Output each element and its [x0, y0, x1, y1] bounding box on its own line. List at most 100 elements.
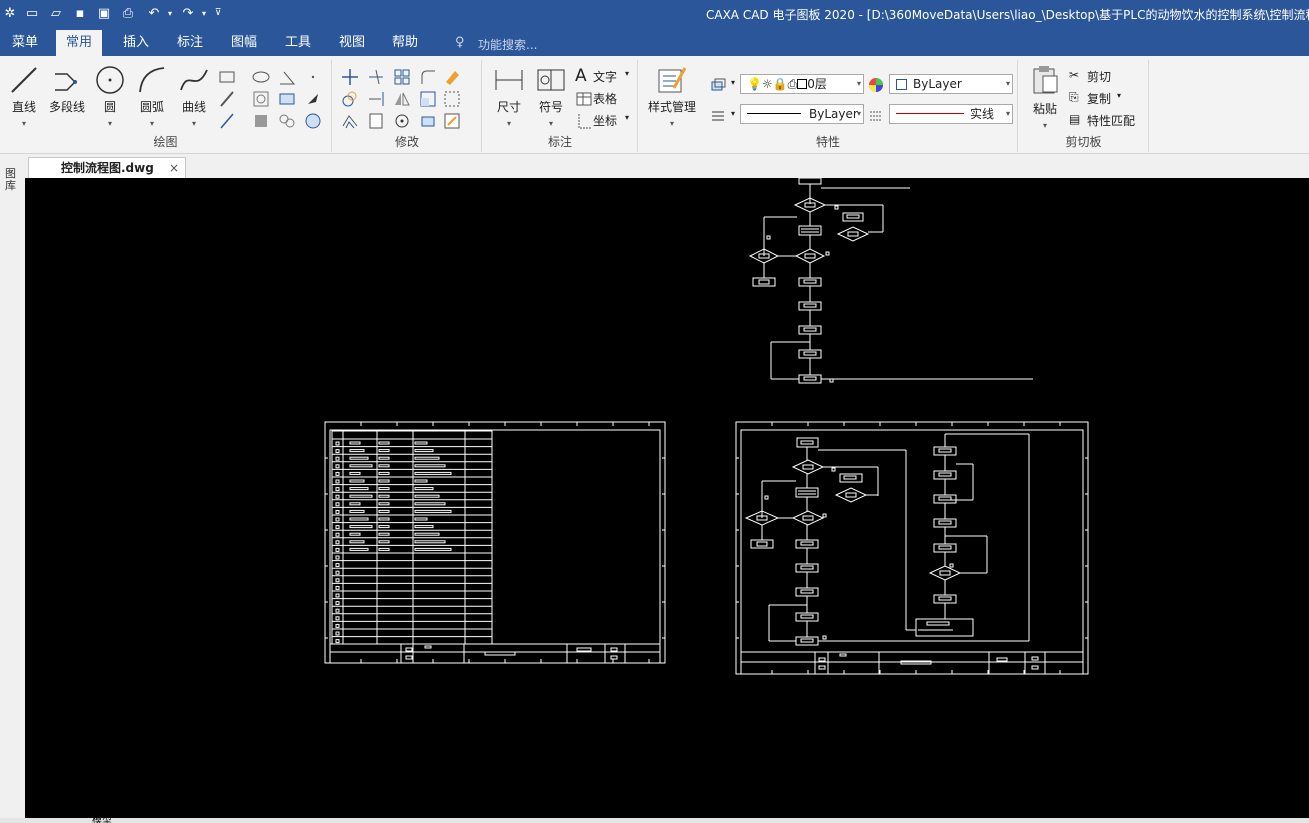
tab-sheet[interactable]: 图幅	[221, 30, 267, 56]
cut-icon: ✂	[1069, 68, 1080, 82]
style-manager-icon	[658, 67, 687, 93]
coordinate-dropdown-icon[interactable]: ▾	[625, 113, 629, 122]
layout-tab-bar: 模型	[0, 818, 1309, 823]
cut-button[interactable]: 剪切	[1087, 68, 1111, 85]
match-properties-button[interactable]: 特性匹配	[1087, 112, 1135, 129]
save-as-icon[interactable]: ▣	[94, 3, 114, 23]
undo-dropdown-icon[interactable]: ▾	[160, 3, 180, 23]
library-panel-strip[interactable]: 图库	[0, 160, 24, 823]
move-icon[interactable]	[341, 68, 359, 86]
drawing-canvas[interactable]	[25, 177, 1309, 818]
copy-dropdown-icon[interactable]: ▾	[1117, 91, 1121, 100]
ribbon-panel: 直线 ▾ 多段线 圆 ▾ 圆弧 ▾ 曲线 ▾ 绘图 修改 尺寸 ▾ 符号 ▾ A…	[0, 56, 1309, 154]
style-manager-button[interactable]: 样式管理 ▾	[643, 64, 701, 129]
color-dropdown-icon: ▾	[1005, 79, 1010, 88]
text-dropdown-icon[interactable]: ▾	[625, 69, 629, 78]
explode-icon[interactable]	[419, 112, 437, 130]
color-swatch	[896, 79, 907, 90]
tab-insert[interactable]: 插入	[113, 30, 159, 56]
customize-toolbar-icon[interactable]: ⊽	[208, 3, 228, 23]
erase-icon[interactable]	[443, 68, 461, 86]
model-tab[interactable]: 模型	[92, 818, 112, 823]
annotate-group: 尺寸 ▾ 符号 ▾ A 文字 ▾ 表格 坐标 ▾ 标注	[483, 60, 638, 152]
tab-view[interactable]: 视图	[329, 30, 375, 56]
copy-button[interactable]: 复制	[1087, 90, 1111, 107]
offset-icon[interactable]	[341, 112, 359, 130]
tab-tools[interactable]: 工具	[275, 30, 321, 56]
layer-color-swatch	[797, 79, 808, 89]
polyline-button[interactable]: 多段线	[46, 64, 88, 115]
close-tab-icon[interactable]: ×	[169, 158, 179, 178]
stretch-icon[interactable]	[443, 90, 461, 108]
copy-object-icon[interactable]	[341, 90, 359, 108]
wipeout-icon[interactable]	[304, 112, 322, 130]
layer-tools-dropdown-icon[interactable]: ▾	[731, 78, 735, 87]
tab-home[interactable]: 常用	[56, 30, 103, 56]
layer-select[interactable]: 💡☼🔒⎙ 0层 ▾	[740, 74, 864, 94]
ellipse-icon[interactable]	[252, 68, 270, 86]
open-folder-icon[interactable]: ▱	[46, 3, 66, 23]
linetype-preview	[747, 113, 801, 114]
trim-icon[interactable]	[367, 68, 385, 86]
right-drawing-sheet	[735, 421, 1089, 675]
paste-button[interactable]: 粘贴 ▾	[1025, 64, 1065, 131]
curve-button[interactable]: 曲线 ▾	[174, 64, 214, 129]
document-tab[interactable]: 控制流程图.dwg ×	[28, 157, 186, 178]
lineweight-preview	[896, 113, 964, 114]
coordinate-button[interactable]: 坐标	[593, 112, 617, 129]
layer-manager-icon[interactable]	[709, 76, 727, 94]
cloud-icon[interactable]	[278, 112, 296, 130]
copy-icon: ⎘	[1069, 90, 1079, 104]
point-icon[interactable]	[304, 68, 322, 86]
library-label: 图库	[5, 167, 16, 192]
table-button[interactable]: 表格	[593, 90, 617, 107]
left-drawing-sheet	[324, 421, 666, 664]
feature-search-input[interactable]: 功能搜索...	[478, 36, 537, 53]
symbol-button[interactable]: 符号 ▾	[531, 64, 571, 129]
angle-line-icon[interactable]	[278, 68, 296, 86]
lineweight-tools-dropdown-icon[interactable]: ▾	[731, 109, 735, 118]
scale-icon[interactable]	[419, 90, 437, 108]
linetype-scale-icon[interactable]	[867, 106, 885, 124]
table-icon	[576, 92, 592, 106]
lineweight-select[interactable]: 实线 ▾	[889, 104, 1013, 124]
layer-dropdown-icon: ▾	[856, 79, 861, 88]
new-file-icon[interactable]: ▭	[22, 3, 42, 23]
lineweight-icon[interactable]	[709, 106, 727, 124]
text-button[interactable]: 文字	[593, 68, 617, 85]
edit-property-icon[interactable]	[443, 112, 461, 130]
dimension-button[interactable]: 尺寸 ▾	[489, 64, 529, 129]
layer-freeze-icon: ☼	[761, 77, 773, 91]
tab-menu[interactable]: 菜单	[2, 30, 48, 56]
fillet-icon[interactable]	[419, 68, 437, 86]
circle-icon	[96, 66, 124, 94]
block-icon[interactable]	[278, 90, 296, 108]
line-button[interactable]: 直线 ▾	[4, 64, 44, 129]
title-bar: ✲ ▭ ▱ ▪ ▣ ⎙ ↶ ▾ ↷ ▾ ⊽ CAXA CAD 电子图板 2020…	[0, 0, 1309, 28]
hatch-icon[interactable]	[252, 90, 270, 108]
region-icon[interactable]	[252, 112, 270, 130]
pointer-icon[interactable]	[304, 90, 322, 108]
rotate-icon[interactable]	[393, 112, 411, 130]
print-icon[interactable]: ⎙	[118, 3, 138, 23]
tab-help[interactable]: 帮助	[382, 30, 428, 56]
extend-icon[interactable]	[367, 90, 385, 108]
parallel-line-icon[interactable]	[218, 90, 236, 108]
top-flowchart	[748, 177, 1033, 384]
arc-button[interactable]: 圆弧 ▾	[132, 64, 172, 129]
app-logo-icon[interactable]: ✲	[0, 3, 20, 23]
save-icon[interactable]: ▪	[70, 3, 90, 23]
circle-button[interactable]: 圆 ▾	[90, 64, 130, 129]
break-icon[interactable]	[367, 112, 385, 130]
color-select[interactable]: ByLayer ▾	[889, 74, 1013, 94]
paste-icon	[1033, 66, 1058, 94]
array-icon[interactable]	[393, 68, 411, 86]
color-wheel-icon[interactable]	[867, 76, 885, 94]
linetype-select[interactable]: ByLayer ▾	[740, 104, 864, 124]
mirror-icon[interactable]	[393, 90, 411, 108]
construction-line-icon[interactable]	[218, 112, 236, 130]
tab-annotate[interactable]: 标注	[167, 30, 213, 56]
rectangle-icon[interactable]	[218, 68, 236, 86]
lineweight-dropdown-icon: ▾	[1005, 109, 1010, 118]
layer-lock-icon: 🔒	[772, 77, 788, 91]
